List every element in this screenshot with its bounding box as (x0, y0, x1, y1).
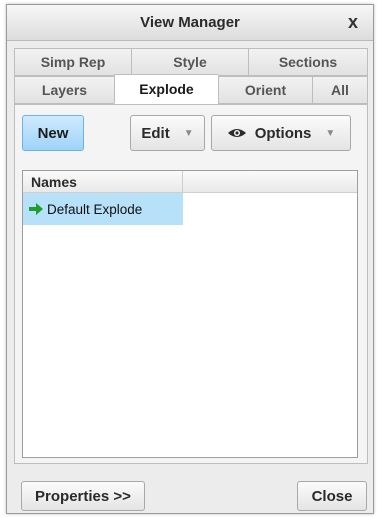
edit-dropdown-button[interactable]: Edit ▼ (130, 115, 205, 151)
close-button-label: Close (311, 487, 353, 505)
tab-row-front: Layers Explode Orient All (14, 74, 368, 104)
properties-button-label: Properties >> (35, 487, 131, 505)
tab-strip: Simp Rep Style Sections Layers Explode O… (14, 48, 368, 104)
new-button-label: New (37, 124, 69, 142)
tab-orient[interactable]: Orient (218, 76, 312, 104)
title-bar: View Manager x (7, 5, 373, 41)
close-icon[interactable]: x (343, 11, 363, 33)
window-title: View Manager (140, 14, 240, 31)
tab-explode[interactable]: Explode (114, 74, 218, 104)
chevron-down-icon: ▼ (325, 127, 336, 139)
list-item-label: Default Explode (47, 201, 143, 217)
list-item[interactable]: Default Explode (23, 193, 183, 225)
options-dropdown-button[interactable]: Options ▼ (211, 115, 351, 151)
options-button-label: Options (254, 124, 312, 142)
tab-sections[interactable]: Sections (248, 48, 368, 76)
new-button[interactable]: New (22, 115, 84, 151)
properties-button[interactable]: Properties >> (21, 481, 145, 511)
dialog-footer: Properties >> Close (7, 469, 373, 513)
tab-row-back: Simp Rep Style Sections (14, 48, 368, 76)
tab-all[interactable]: All (312, 76, 368, 104)
list-header: Names (23, 171, 357, 193)
column-header-names[interactable]: Names (23, 171, 183, 193)
close-button[interactable]: Close (297, 481, 367, 511)
view-manager-window: View Manager x Simp Rep Style Sections L… (6, 4, 374, 514)
tab-style[interactable]: Style (131, 48, 248, 76)
tab-layers[interactable]: Layers (14, 76, 114, 104)
edit-button-label: Edit (141, 124, 170, 142)
explode-list[interactable]: Names Default Explode (22, 170, 358, 458)
green-arrow-right-icon (29, 203, 43, 215)
chevron-down-icon: ▼ (183, 127, 194, 139)
tab-simp-rep[interactable]: Simp Rep (14, 48, 131, 76)
explode-panel: New Edit ▼ Options ▼ Names Default Explo… (14, 104, 368, 464)
eye-icon (227, 129, 246, 137)
